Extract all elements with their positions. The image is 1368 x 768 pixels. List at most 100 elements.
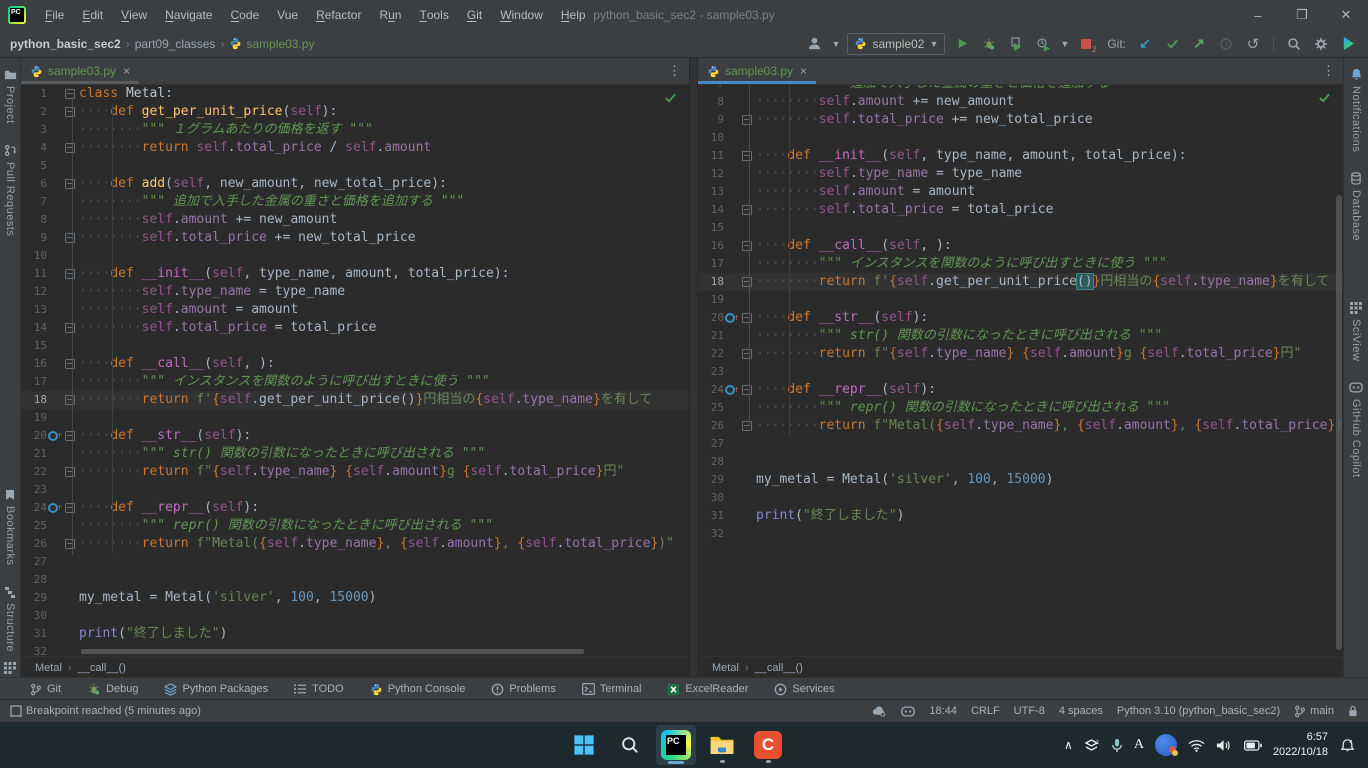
- editor-right[interactable]: 7········""" 追加で入手した金属の重さと価格を追加する """8··…: [698, 85, 1343, 656]
- gutter[interactable]: 15: [698, 219, 756, 237]
- code-text[interactable]: [756, 489, 1343, 507]
- fold-slot[interactable]: [63, 503, 77, 513]
- code-text[interactable]: [79, 607, 689, 625]
- fold-slot[interactable]: [740, 115, 754, 125]
- close-icon[interactable]: ×: [123, 64, 130, 78]
- gutter[interactable]: 1: [21, 85, 79, 103]
- line-number[interactable]: 3: [21, 121, 47, 139]
- code-text[interactable]: ········self.total_price += new_total_pr…: [756, 111, 1343, 129]
- line-number[interactable]: 19: [698, 291, 724, 309]
- line-number[interactable]: 6: [21, 175, 47, 193]
- line-number[interactable]: 23: [698, 363, 724, 381]
- fold-slot[interactable]: [740, 277, 754, 287]
- code-text[interactable]: [756, 435, 1343, 453]
- plugin-play-icon[interactable]: [1338, 34, 1358, 54]
- line-number[interactable]: 12: [698, 165, 724, 183]
- gutter[interactable]: 32: [698, 525, 756, 543]
- stripe-item-pull-requests[interactable]: Pull Requests: [4, 134, 17, 246]
- override-icon[interactable]: ↑: [725, 309, 739, 327]
- line-number[interactable]: 7: [698, 85, 724, 93]
- menu-code[interactable]: Code: [221, 0, 268, 30]
- profiler-button[interactable]: [1033, 34, 1053, 54]
- status-lock[interactable]: [1348, 705, 1358, 717]
- gutter[interactable]: 26: [21, 535, 79, 553]
- run-config-select[interactable]: sample02 ▼: [847, 33, 945, 55]
- fold-slot[interactable]: [63, 143, 77, 153]
- breadcrumb-item[interactable]: sample03.py: [229, 37, 314, 51]
- line-number[interactable]: 22: [698, 345, 724, 363]
- fold-slot[interactable]: [740, 385, 754, 395]
- code-text[interactable]: ····def get_per_unit_price(self):: [79, 103, 689, 121]
- gutter[interactable]: 18: [698, 273, 756, 291]
- fold-slot[interactable]: [63, 539, 77, 549]
- gutter-marker[interactable]: ↑: [47, 427, 63, 445]
- close-icon[interactable]: ×: [800, 64, 807, 78]
- code-text[interactable]: [79, 481, 689, 499]
- tray-chevron-up-icon[interactable]: ∧: [1064, 739, 1073, 751]
- code-text[interactable]: [756, 219, 1343, 237]
- gutter[interactable]: 24↑: [21, 499, 79, 517]
- line-number[interactable]: 9: [21, 229, 47, 247]
- fold-start-icon[interactable]: [65, 359, 75, 369]
- code-text[interactable]: [79, 247, 689, 265]
- menu-run[interactable]: Run: [370, 0, 410, 30]
- override-icon[interactable]: ↑: [48, 499, 62, 517]
- code-text[interactable]: my_metal = Metal('silver', 100, 15000): [756, 471, 1343, 489]
- code-text[interactable]: ········return f'{self.get_per_unit_pric…: [756, 273, 1343, 291]
- code-text[interactable]: [79, 409, 689, 427]
- code-text[interactable]: ········return f'{self.get_per_unit_pric…: [79, 391, 689, 409]
- code-text[interactable]: ····def add(self, new_amount, new_total_…: [79, 175, 689, 193]
- gutter[interactable]: 25: [698, 399, 756, 417]
- line-number[interactable]: 26: [21, 535, 47, 553]
- stripe-item-sciview[interactable]: SciView: [1350, 292, 1362, 371]
- gutter[interactable]: 9: [21, 229, 79, 247]
- code-text[interactable]: ····def __repr__(self):: [79, 499, 689, 517]
- line-number[interactable]: 28: [698, 453, 724, 471]
- code-text[interactable]: ····def __str__(self):: [756, 309, 1343, 327]
- editor-breadcrumb-right[interactable]: Metal›__call__(): [698, 656, 1343, 678]
- gutter[interactable]: 17: [21, 373, 79, 391]
- menu-navigate[interactable]: Navigate: [156, 0, 221, 30]
- stripe-item-project[interactable]: Project: [4, 58, 17, 134]
- menu-refactor[interactable]: Refactor: [307, 0, 370, 30]
- fold-start-icon[interactable]: [742, 241, 752, 251]
- menu-git[interactable]: Git: [458, 0, 491, 30]
- toolwindow-python-console[interactable]: Python Console: [370, 683, 466, 696]
- gutter[interactable]: 15: [21, 337, 79, 355]
- toolwindow-git[interactable]: Git: [30, 683, 61, 696]
- toolwindow-python-packages[interactable]: Python Packages: [164, 683, 268, 696]
- tray-clock[interactable]: 6:572022/10/18: [1273, 730, 1328, 760]
- code-text[interactable]: ········self.amount += new_amount: [756, 93, 1343, 111]
- gutter[interactable]: 18: [21, 391, 79, 409]
- fold-start-icon[interactable]: [65, 89, 75, 99]
- gutter[interactable]: 22: [698, 345, 756, 363]
- line-number[interactable]: 14: [698, 201, 724, 219]
- line-number[interactable]: 23: [21, 481, 47, 499]
- gutter[interactable]: 17: [698, 255, 756, 273]
- status-main[interactable]: main: [1294, 705, 1334, 718]
- debug-button[interactable]: [979, 34, 999, 54]
- fold-slot[interactable]: [63, 323, 77, 333]
- gutter[interactable]: 8: [698, 93, 756, 111]
- menu-window[interactable]: Window: [491, 0, 552, 30]
- code-text[interactable]: [79, 337, 689, 355]
- code-text[interactable]: ····def __str__(self):: [79, 427, 689, 445]
- fold-slot[interactable]: [63, 467, 77, 477]
- code-text[interactable]: [79, 553, 689, 571]
- gutter[interactable]: 32: [21, 643, 79, 656]
- line-number[interactable]: 8: [21, 211, 47, 229]
- line-number[interactable]: 29: [21, 589, 47, 607]
- line-number[interactable]: 32: [698, 525, 724, 543]
- line-number[interactable]: 30: [21, 607, 47, 625]
- restore-button[interactable]: ❐: [1280, 0, 1324, 30]
- gutter[interactable]: 30: [21, 607, 79, 625]
- code-text[interactable]: ········""" インスタンスを関数のように呼び出すときに使う """: [756, 255, 1343, 273]
- line-number[interactable]: 24: [21, 499, 47, 517]
- line-number[interactable]: 17: [698, 255, 724, 273]
- gutter[interactable]: 28: [698, 453, 756, 471]
- code-text[interactable]: ········self.total_price += new_total_pr…: [79, 229, 689, 247]
- fold-end-icon[interactable]: [65, 395, 75, 405]
- code-text[interactable]: ········return f"{self.type_name} {self.…: [79, 463, 689, 481]
- line-number[interactable]: 25: [698, 399, 724, 417]
- code-text[interactable]: ········""" repr() 関数の引数になったときに呼び出される ""…: [79, 517, 689, 535]
